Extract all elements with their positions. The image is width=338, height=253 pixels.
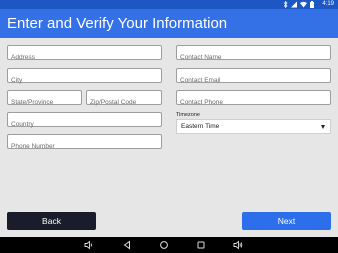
zip-input[interactable] <box>87 96 161 109</box>
next-button[interactable]: Next <box>242 212 331 230</box>
phone-input[interactable] <box>8 140 161 153</box>
contact-name-input[interactable] <box>177 51 330 64</box>
recents-icon[interactable] <box>196 240 206 250</box>
contact-phone-input[interactable] <box>177 96 330 109</box>
status-icons <box>283 1 314 8</box>
country-input[interactable] <box>8 118 161 131</box>
contact-email-input[interactable] <box>177 74 330 87</box>
contact-phone-field[interactable] <box>176 90 331 109</box>
home-icon[interactable] <box>159 240 169 250</box>
address-input[interactable] <box>8 51 161 64</box>
zip-field[interactable] <box>86 90 162 109</box>
address-field[interactable] <box>7 45 162 64</box>
contact-name-field[interactable] <box>176 45 331 64</box>
city-input[interactable] <box>8 74 161 87</box>
bluetooth-icon <box>283 1 288 8</box>
state-input[interactable] <box>8 96 81 109</box>
volume-up-icon[interactable] <box>233 240 243 250</box>
contact-email-field[interactable] <box>176 68 331 87</box>
wifi-icon <box>300 1 307 8</box>
navigation-bar <box>0 237 338 253</box>
dropdown-arrow-icon <box>321 125 325 129</box>
city-field[interactable] <box>7 68 162 87</box>
signal-icon <box>291 1 297 8</box>
battery-icon <box>310 1 314 8</box>
status-time: 4:19 <box>322 1 334 7</box>
state-field[interactable] <box>7 90 82 109</box>
title-bar: Enter and Verify Your Information <box>0 9 338 38</box>
page-title: Enter and Verify Your Information <box>7 15 228 32</box>
timezone-select[interactable]: Eastern Time <box>176 119 331 134</box>
timezone-value: Eastern Time <box>181 123 220 130</box>
status-bar: 4:19 <box>0 0 338 9</box>
phone-field[interactable] <box>7 134 162 153</box>
back-button[interactable]: Back <box>7 212 96 230</box>
country-field[interactable] <box>7 112 162 131</box>
volume-down-icon[interactable] <box>84 240 94 250</box>
timezone-label: Timezone <box>176 112 200 118</box>
back-icon[interactable] <box>122 240 132 250</box>
